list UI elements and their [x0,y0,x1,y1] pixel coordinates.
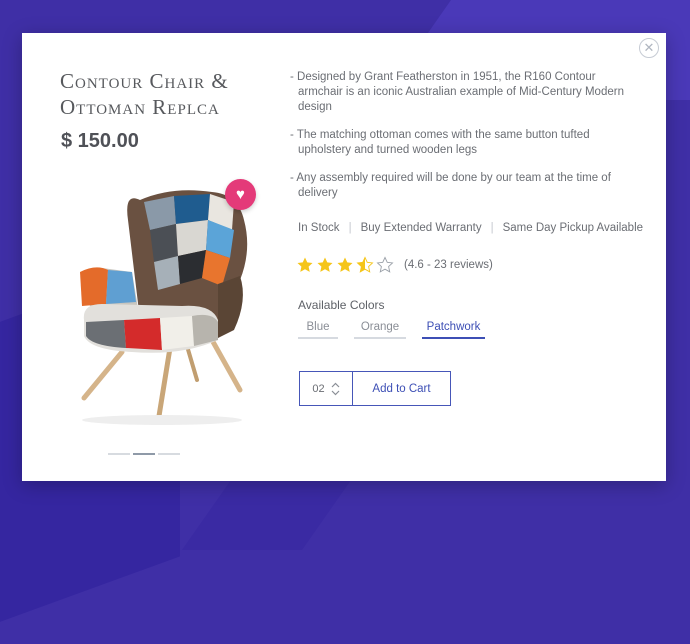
chevron-up-down-icon[interactable] [331,382,340,396]
product-description: - Designed by Grant Featherston in 1951,… [289,70,639,214]
background-shape [181,470,359,550]
warranty-link[interactable]: Buy Extended Warranty [361,222,482,234]
colors-label: Available Colors [298,298,385,312]
stock-status: In Stock [298,222,340,234]
star-icon [317,257,333,272]
star-empty-icon [376,256,394,273]
color-option-blue[interactable]: Blue [298,321,338,339]
product-info-row: In Stock | Buy Extended Warranty | Same … [298,222,643,234]
close-icon: ✕ [643,40,655,55]
quantity-value[interactable]: 02 [312,383,324,395]
divider: | [490,222,494,234]
color-option-orange[interactable]: Orange [354,321,406,339]
wishlist-button[interactable]: ♥ [225,179,256,210]
star-icon [337,257,353,272]
heart-icon: ♥ [236,186,245,203]
color-options: Blue Orange Patchwork [298,321,501,339]
rating-text: (4.6 - 23 reviews) [404,259,493,271]
purchase-controls: 02 Add to Cart [299,371,451,406]
star-half-icon [356,256,374,273]
add-to-cart-button[interactable]: Add to Cart [353,372,450,405]
gallery-dot-active[interactable] [133,453,155,455]
gallery-pagination [108,453,180,455]
pickup-info: Same Day Pickup Available [502,222,644,234]
rating: (4.6 - 23 reviews) [296,256,493,274]
product-modal: ✕ Contour Chair & Ottoman Replca $ 150.0… [22,33,666,481]
chair-image [80,190,248,425]
description-item: - Any assembly required will be done by … [290,172,611,199]
divider: | [348,222,352,234]
gallery-dot[interactable] [158,453,180,455]
star-icon [297,257,313,272]
gallery-dot[interactable] [108,453,130,455]
product-title: Contour Chair & Ottoman Replca [60,69,229,119]
description-item: - The matching ottoman comes with the sa… [290,129,590,156]
product-price: $ 150.00 [61,130,139,152]
color-option-patchwork[interactable]: Patchwork [422,321,485,339]
close-button[interactable]: ✕ [639,38,659,58]
quantity-stepper[interactable]: 02 [300,372,353,405]
description-item: - Designed by Grant Featherston in 1951,… [290,71,624,113]
